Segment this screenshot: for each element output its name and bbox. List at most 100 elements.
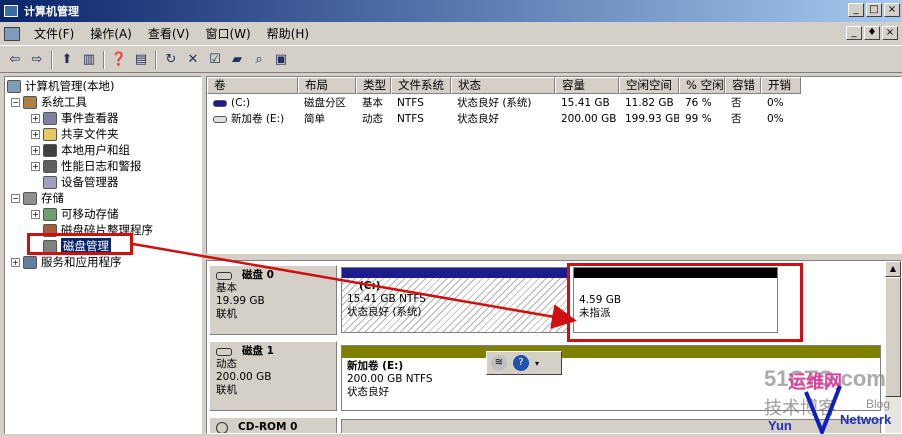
col-overhead[interactable]: 开销 <box>761 77 801 94</box>
disk1-label[interactable]: 磁盘 1 动态 200.00 GB 联机 <box>209 341 337 411</box>
tree-removable-storage[interactable]: + 可移动存储 <box>31 206 119 222</box>
col-volume[interactable]: 卷 <box>207 77 298 94</box>
computer-management-icon <box>4 5 18 17</box>
tools-icon <box>23 95 37 109</box>
toolbar-separator <box>103 50 105 69</box>
collapse-icon[interactable]: − <box>11 193 20 203</box>
help-icon[interactable]: ❓ <box>108 50 130 70</box>
volume-capacity: 200.00 GB <box>561 113 617 125</box>
action-pane-icon[interactable]: ▤ <box>130 50 152 70</box>
expand-icon[interactable]: + <box>31 161 40 171</box>
scroll-up-button[interactable]: ▲ <box>885 261 901 277</box>
expand-icon[interactable]: + <box>31 129 40 139</box>
volume-layout: 磁盘分区 <box>304 97 346 109</box>
tree-event-viewer[interactable]: + 事件查看器 <box>31 110 119 126</box>
volume-status: 状态良好 (系统) <box>457 97 532 109</box>
menu-file[interactable]: 文件(F) <box>26 25 82 42</box>
volume-capacity: 15.41 GB <box>561 97 610 109</box>
watermark-blog: 技术博客 <box>764 398 836 419</box>
col-layout[interactable]: 布局 <box>298 77 356 94</box>
partition-c[interactable]: (C:) 15.41 GB NTFS 状态良好 (系统) <box>341 267 569 333</box>
drive-icon[interactable]: ▣ <box>270 50 292 70</box>
console-icon[interactable] <box>4 26 20 41</box>
col-status[interactable]: 状态 <box>451 77 555 94</box>
refresh-icon[interactable]: ↻ <box>160 50 182 70</box>
show-tree-icon[interactable]: ▥ <box>78 50 100 70</box>
delete-icon[interactable]: ✕ <box>182 50 204 70</box>
partition-c-size: 15.41 GB NTFS <box>347 293 426 305</box>
volume-percent-free: 99 % <box>685 113 712 125</box>
disk1-status: 联机 <box>216 384 237 396</box>
disk0-name: 磁盘 0 <box>242 269 274 281</box>
tree-local-users[interactable]: + 本地用户和组 <box>31 142 130 158</box>
event-viewer-icon <box>43 111 57 125</box>
watermark-logo: 51CTO.com 技术博客 Blog 运维网 Yun Network <box>764 366 892 437</box>
partition-c-title: (C:) <box>359 280 381 292</box>
col-type[interactable]: 类型 <box>356 77 391 94</box>
minimize-button[interactable]: _ <box>848 3 864 17</box>
child-restore-button[interactable]: ♦ <box>864 26 880 40</box>
collapse-icon[interactable]: − <box>11 97 20 107</box>
tree-storage-label: 存储 <box>41 191 64 205</box>
volume-row[interactable]: (C:) 磁盘分区 基本 NTFS 状态良好 (系统) 15.41 GB 11.… <box>207 95 801 111</box>
open-icon[interactable]: ▰ <box>226 50 248 70</box>
users-icon <box>43 143 57 157</box>
expand-icon[interactable]: + <box>31 113 40 123</box>
disk-icon <box>216 271 232 280</box>
menu-view[interactable]: 查看(V) <box>140 25 198 42</box>
child-window-controls: _ ♦ × <box>846 26 898 40</box>
toolbar-options-icon[interactable]: ▾ <box>535 359 539 368</box>
volume-overhead: 0% <box>767 97 784 109</box>
child-minimize-button[interactable]: _ <box>846 26 862 40</box>
tree-perf-logs[interactable]: + 性能日志和警报 <box>31 158 142 174</box>
cdrom-label[interactable]: CD-ROM 0 <box>209 417 337 433</box>
back-arrow-icon[interactable]: ⇦ <box>4 50 26 70</box>
col-fault-tolerance[interactable]: 容错 <box>725 77 761 94</box>
toolbar-separator <box>51 50 53 69</box>
volume-name: 新加卷 (E:) <box>231 113 285 125</box>
expand-icon[interactable]: + <box>31 145 40 155</box>
tree-services-apps[interactable]: + 服务和应用程序 <box>11 254 122 270</box>
tree-system-tools[interactable]: − 系统工具 <box>11 94 87 110</box>
tree-shared-folders[interactable]: + 共享文件夹 <box>31 126 119 142</box>
computer-icon <box>7 79 21 93</box>
disk0-size: 19.99 GB <box>216 295 265 307</box>
forward-arrow-icon[interactable]: ⇨ <box>26 50 48 70</box>
tree-root[interactable]: 计算机管理(本地) <box>7 78 114 94</box>
col-percent-free[interactable]: % 空闲 <box>679 77 725 94</box>
menu-window[interactable]: 窗口(W) <box>197 25 258 42</box>
tree-storage[interactable]: − 存储 <box>11 190 64 206</box>
child-close-button[interactable]: × <box>882 26 898 40</box>
search-icon[interactable]: ⌕ <box>248 50 270 70</box>
expand-icon[interactable]: + <box>31 209 40 219</box>
disk0-label[interactable]: 磁盘 0 基本 19.99 GB 联机 <box>209 265 337 335</box>
disk1-name: 磁盘 1 <box>242 345 274 357</box>
watermark-brand: 运维网 <box>788 371 842 393</box>
help-icon[interactable]: ? <box>513 355 529 371</box>
col-free-space[interactable]: 空闲空间 <box>619 77 679 94</box>
volume-status: 状态良好 <box>457 113 499 125</box>
disk-tool-icon[interactable]: ≋ <box>491 355 507 371</box>
volume-type: 基本 <box>362 97 383 109</box>
volume-fault-tolerance: 否 <box>731 113 742 125</box>
menu-help[interactable]: 帮助(H) <box>259 25 317 42</box>
console-tree[interactable]: 计算机管理(本地) − 系统工具 + 事件查看器 + 共享文件夹 + 本地用户和… <box>4 76 202 434</box>
col-filesystem[interactable]: 文件系统 <box>391 77 451 94</box>
properties-icon[interactable]: ☑ <box>204 50 226 70</box>
volume-overhead: 0% <box>767 113 784 125</box>
maximize-button[interactable]: □ <box>866 3 882 17</box>
volume-row[interactable]: 新加卷 (E:) 简单 动态 NTFS 状态良好 200.00 GB 199.9… <box>207 111 801 127</box>
toolbar: ⇦ ⇨ ⬆ ▥ ❓ ▤ ↻ ✕ ☑ ▰ ⌕ ▣ <box>0 47 902 73</box>
menu-bar: 文件(F) 操作(A) 查看(V) 窗口(W) 帮助(H) _ ♦ × <box>0 22 902 46</box>
volume-list[interactable]: 卷 布局 类型 文件系统 状态 容量 空闲空间 % 空闲 容错 开销 (C:) … <box>206 76 902 254</box>
col-capacity[interactable]: 容量 <box>555 77 619 94</box>
tree-device-manager[interactable]: 设备管理器 <box>43 174 119 190</box>
menu-action[interactable]: 操作(A) <box>82 25 140 42</box>
volume-filesystem: NTFS <box>397 113 424 125</box>
disk-icon <box>216 347 232 356</box>
expand-icon[interactable]: + <box>11 257 20 267</box>
watermark-blog-en: Blog <box>866 397 890 411</box>
up-folder-icon[interactable]: ⬆ <box>56 50 78 70</box>
performance-icon <box>43 159 57 173</box>
close-button[interactable]: × <box>884 3 900 17</box>
